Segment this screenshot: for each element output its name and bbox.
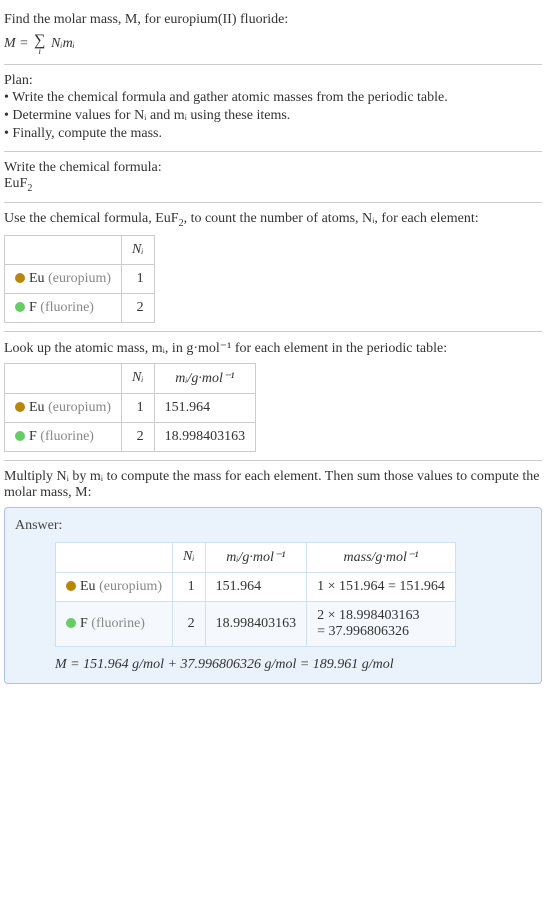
ni-value: 2 bbox=[122, 293, 155, 322]
element-name: (europium) bbox=[48, 400, 111, 415]
plan-list: • Write the chemical formula and gather … bbox=[4, 89, 542, 143]
answer-table: Nᵢ mᵢ/g·mol⁻¹ mass/g·mol⁻¹ Eu (europium)… bbox=[55, 542, 456, 647]
intro-section: Find the molar mass, M, for europium(II)… bbox=[4, 4, 542, 65]
ni-value: 1 bbox=[122, 264, 155, 293]
ni-value: 1 bbox=[122, 393, 155, 422]
element-cell: F (fluorine) bbox=[56, 601, 173, 646]
element-name: (europium) bbox=[99, 579, 162, 594]
table-row: F (fluorine) 2 18.998403163 2 × 18.99840… bbox=[56, 601, 456, 646]
lookup-table: Nᵢ mᵢ/g·mol⁻¹ Eu (europium) 1 151.964 F … bbox=[4, 363, 256, 452]
plan-item: • Write the chemical formula and gather … bbox=[4, 89, 542, 107]
table-row: F (fluorine) 2 bbox=[5, 293, 155, 322]
molar-mass-formula: M = ∑i Nᵢmᵢ bbox=[4, 32, 542, 56]
answer-box: Answer: Nᵢ mᵢ/g·mol⁻¹ mass/g·mol⁻¹ Eu (e… bbox=[4, 507, 542, 684]
element-cell: Eu (europium) bbox=[56, 572, 173, 601]
table-row: Eu (europium) 1 151.964 1 × 151.964 = 15… bbox=[56, 572, 456, 601]
element-cell: F (fluorine) bbox=[5, 422, 122, 451]
count-table: Nᵢ Eu (europium) 1 F (fluorine) 2 bbox=[4, 235, 155, 323]
mass-value: 1 × 151.964 = 151.964 bbox=[307, 572, 456, 601]
table-header-row: Nᵢ mᵢ/g·mol⁻¹ mass/g·mol⁻¹ bbox=[56, 542, 456, 572]
table-row: Eu (europium) 1 bbox=[5, 264, 155, 293]
formula-lhs: M = bbox=[4, 36, 32, 51]
chemical-formula: EuF2 bbox=[4, 176, 542, 194]
f-dot-icon bbox=[15, 431, 25, 441]
mi-header: mᵢ/g·mol⁻¹ bbox=[205, 542, 307, 572]
plan-heading: Plan: bbox=[4, 73, 542, 89]
count-heading-b: , to count the number of atoms, Nᵢ, for … bbox=[184, 211, 479, 226]
final-equation: M = 151.964 g/mol + 37.996806326 g/mol =… bbox=[55, 657, 531, 673]
mi-header: mᵢ/g·mol⁻¹ bbox=[154, 363, 256, 393]
plan-section: Plan: • Write the chemical formula and g… bbox=[4, 65, 542, 152]
plan-item: • Finally, compute the mass. bbox=[4, 125, 542, 143]
ni-value: 2 bbox=[122, 422, 155, 451]
formula-subscript: 2 bbox=[27, 183, 32, 194]
element-cell: F (fluorine) bbox=[5, 293, 122, 322]
empty-header bbox=[56, 542, 173, 572]
mass-value: 2 × 18.998403163 = 37.996806326 bbox=[307, 601, 456, 646]
formula-rhs: Nᵢmᵢ bbox=[48, 36, 75, 51]
intro-title: Find the molar mass, M, for europium(II)… bbox=[4, 12, 542, 28]
element-name: (europium) bbox=[48, 271, 111, 286]
f-dot-icon bbox=[66, 618, 76, 628]
lookup-section: Look up the atomic mass, mᵢ, in g·mol⁻¹ … bbox=[4, 332, 542, 461]
element-name: (fluorine) bbox=[40, 429, 94, 444]
element-name: (fluorine) bbox=[40, 300, 94, 315]
plan-item: • Determine values for Nᵢ and mᵢ using t… bbox=[4, 107, 542, 125]
mass-line-b: = 37.996806326 bbox=[317, 624, 445, 640]
table-header-row: Nᵢ mᵢ/g·mol⁻¹ bbox=[5, 363, 256, 393]
mi-value: 18.998403163 bbox=[205, 601, 307, 646]
count-section: Use the chemical formula, EuF 2 , to count… bbox=[4, 203, 542, 332]
empty-header bbox=[5, 363, 122, 393]
ni-header: Nᵢ bbox=[122, 363, 155, 393]
element-symbol: F bbox=[29, 429, 40, 444]
element-symbol: Eu bbox=[80, 579, 99, 594]
mass-header: mass/g·mol⁻¹ bbox=[307, 542, 456, 572]
ni-header: Nᵢ bbox=[173, 542, 206, 572]
eu-dot-icon bbox=[15, 273, 25, 283]
element-cell: Eu (europium) bbox=[5, 393, 122, 422]
multiply-section: Multiply Nᵢ by mᵢ to compute the mass fo… bbox=[4, 461, 542, 692]
count-heading-a: Use the chemical formula, EuF bbox=[4, 211, 179, 226]
element-symbol: F bbox=[29, 300, 40, 315]
table-header-row: Nᵢ bbox=[5, 235, 155, 264]
mi-value: 18.998403163 bbox=[154, 422, 256, 451]
f-dot-icon bbox=[15, 302, 25, 312]
count-heading: Use the chemical formula, EuF2, to count… bbox=[4, 211, 542, 229]
eu-dot-icon bbox=[66, 581, 76, 591]
element-name: (fluorine) bbox=[91, 616, 145, 631]
ni-header: Nᵢ bbox=[122, 235, 155, 264]
lookup-heading: Look up the atomic mass, mᵢ, in g·mol⁻¹ … bbox=[4, 340, 542, 357]
element-symbol: F bbox=[80, 616, 91, 631]
element-cell: Eu (europium) bbox=[5, 264, 122, 293]
empty-header bbox=[5, 235, 122, 264]
eu-dot-icon bbox=[15, 402, 25, 412]
multiply-heading: Multiply Nᵢ by mᵢ to compute the mass fo… bbox=[4, 469, 542, 501]
formula-base: EuF bbox=[4, 176, 27, 191]
element-symbol: Eu bbox=[29, 271, 48, 286]
table-row: F (fluorine) 2 18.998403163 bbox=[5, 422, 256, 451]
sigma-sum: ∑i bbox=[34, 32, 45, 56]
ni-value: 2 bbox=[173, 601, 206, 646]
mass-line-a: 2 × 18.998403163 bbox=[317, 608, 445, 624]
answer-label: Answer: bbox=[15, 518, 531, 534]
mi-value: 151.964 bbox=[154, 393, 256, 422]
mi-value: 151.964 bbox=[205, 572, 307, 601]
element-symbol: Eu bbox=[29, 400, 48, 415]
ni-value: 1 bbox=[173, 572, 206, 601]
table-row: Eu (europium) 1 151.964 bbox=[5, 393, 256, 422]
chemical-heading: Write the chemical formula: bbox=[4, 160, 542, 176]
chemical-formula-section: Write the chemical formula: EuF2 bbox=[4, 152, 542, 203]
